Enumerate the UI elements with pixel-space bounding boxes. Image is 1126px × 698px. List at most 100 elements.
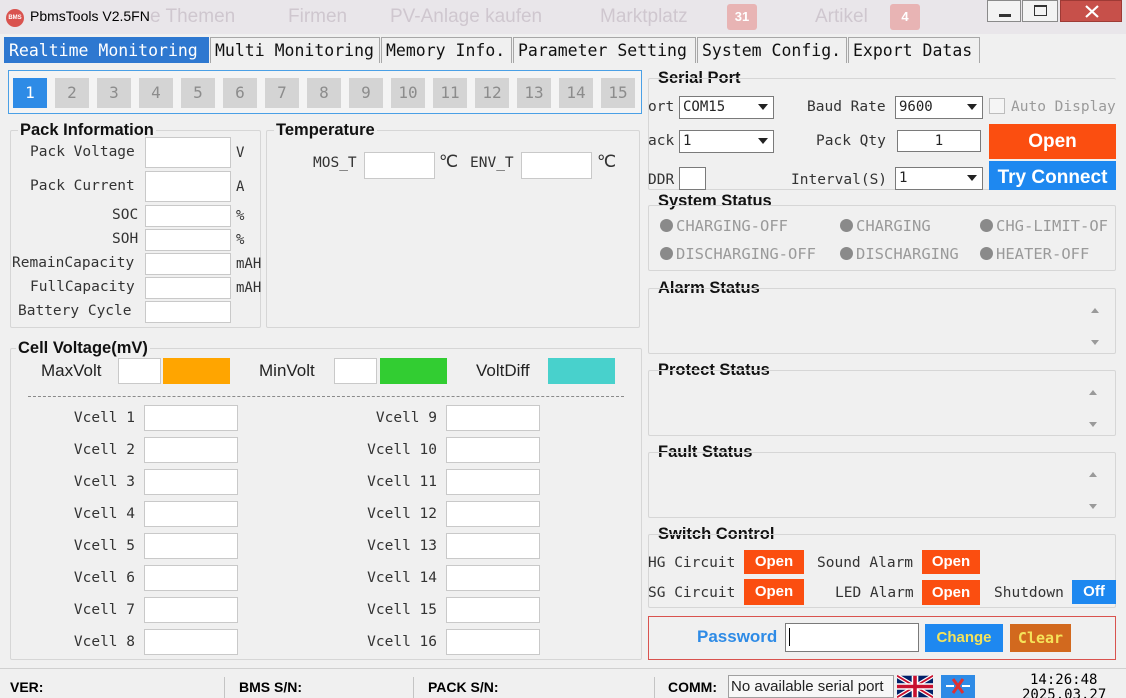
dsg-circuit-label: SG Circuit [648, 585, 736, 601]
cell-voltage-title: Cell Voltage(mV) [16, 339, 150, 358]
dsg-circuit-button[interactable]: Open [744, 579, 804, 605]
pack-current-unit: A [236, 179, 245, 195]
tab-realtime-monitoring[interactable]: Realtime Monitoring [4, 37, 209, 63]
uk-flag-icon[interactable] [897, 675, 933, 698]
full-capacity-unit: mAH [236, 280, 262, 296]
pack-button-9[interactable]: 9 [349, 78, 383, 108]
cell-voltage-value [446, 597, 540, 623]
pack-button-3[interactable]: 3 [97, 78, 131, 108]
status-text: CHG-LIMIT-OF [996, 217, 1108, 235]
close-button[interactable] [1060, 0, 1122, 22]
sound-alarm-button[interactable]: Open [922, 550, 980, 574]
pack-select-value: 1 [683, 133, 692, 149]
change-password-button[interactable]: Change [925, 624, 1003, 652]
scroll-up-icon[interactable] [1089, 390, 1097, 395]
tab-parameter-setting[interactable]: Parameter Setting [513, 37, 696, 63]
password-label: Password [697, 627, 778, 646]
cell-voltage-value [446, 629, 540, 655]
chg-circuit-button[interactable]: Open [744, 550, 804, 574]
clock-time: 14:26:48 [1030, 672, 1098, 688]
shutdown-button[interactable]: Off [1072, 580, 1116, 604]
status-dot-icon [840, 219, 853, 232]
pack-button-13[interactable]: 13 [517, 78, 551, 108]
cell-voltage-label: Vcell 16 [367, 634, 437, 650]
min-volt-color [380, 358, 447, 384]
remain-capacity-unit: mAH [236, 256, 262, 272]
clock-date: 2025.03.27 [1022, 687, 1107, 698]
close-icon [1085, 5, 1099, 18]
clear-password-button[interactable]: Clear [1010, 624, 1071, 652]
separator [413, 677, 414, 698]
maximize-button[interactable] [1022, 0, 1058, 22]
cell-voltage-value [144, 437, 238, 463]
auto-display-checkbox[interactable] [989, 98, 1005, 114]
pack-qty-input[interactable]: 1 [897, 130, 981, 152]
pack-button-8[interactable]: 8 [307, 78, 341, 108]
cell-voltage-value [144, 469, 238, 495]
pack-button-11[interactable]: 11 [433, 78, 467, 108]
tab-export-datas[interactable]: Export Datas [848, 37, 980, 63]
pack-button-4[interactable]: 4 [139, 78, 173, 108]
pack-current-label: Pack Current [30, 178, 135, 194]
pack-button-6[interactable]: 6 [223, 78, 257, 108]
separator [654, 677, 655, 698]
led-alarm-button[interactable]: Open [922, 580, 980, 605]
disconnect-icon[interactable] [941, 675, 975, 698]
divider [28, 396, 624, 397]
status-text: CHARGING [856, 217, 931, 235]
app-title: PbmsTools V2.5FN [30, 8, 150, 24]
background-badge: 31 [727, 4, 757, 30]
tab-memory-info[interactable]: Memory Info. [381, 37, 512, 63]
pack-button-14[interactable]: 14 [559, 78, 593, 108]
pack-voltage-unit: V [236, 145, 245, 161]
scroll-down-icon[interactable] [1091, 340, 1099, 345]
cell-voltage-value [144, 533, 238, 559]
pack-button-15[interactable]: 15 [601, 78, 635, 108]
pack-label: ack [648, 133, 675, 149]
pack-button-10[interactable]: 10 [391, 78, 425, 108]
open-port-button[interactable]: Open [989, 124, 1116, 159]
status-dot-icon [980, 247, 993, 260]
minimize-button[interactable] [987, 0, 1021, 22]
pack-button-2[interactable]: 2 [55, 78, 89, 108]
port-select[interactable]: COM15 [679, 96, 774, 119]
status-charging: CHARGING [840, 217, 931, 235]
cell-voltage-value [144, 597, 238, 623]
address-input[interactable] [679, 167, 706, 190]
status-dot-icon [660, 219, 673, 232]
tab-multi-monitoring[interactable]: Multi Monitoring [210, 37, 380, 63]
bms-sn-label: BMS S/N: [239, 679, 302, 695]
env-temp-unit: ℃ [597, 152, 617, 172]
cell-voltage-label: Vcell 14 [367, 570, 437, 586]
password-input[interactable] [785, 623, 919, 652]
cell-voltage-value [446, 565, 540, 591]
pack-button-12[interactable]: 12 [475, 78, 509, 108]
scroll-down-icon[interactable] [1089, 422, 1097, 427]
scroll-up-icon[interactable] [1089, 472, 1097, 477]
status-discharging-off: DISCHARGING-OFF [660, 245, 816, 263]
cell-voltage-value [446, 437, 540, 463]
temperature-title: Temperature [274, 121, 377, 140]
shutdown-label: Shutdown [994, 585, 1064, 601]
interval-select[interactable]: 1 [895, 167, 983, 190]
pack-button-5[interactable]: 5 [181, 78, 215, 108]
pack-button-1[interactable]: 1 [13, 78, 47, 108]
tab-system-config[interactable]: System Config. [697, 37, 847, 63]
cell-voltage-label: Vcell 8 [73, 634, 135, 650]
cell-voltage-value [144, 629, 238, 655]
scroll-down-icon[interactable] [1089, 504, 1097, 509]
status-discharging: DISCHARGING [840, 245, 959, 263]
status-text: DISCHARGING-OFF [676, 245, 816, 263]
chg-circuit-label: HG Circuit [648, 555, 736, 571]
pack-button-7[interactable]: 7 [265, 78, 299, 108]
try-connect-button[interactable]: Try Connect [989, 161, 1116, 190]
cell-voltage-label: Vcell 12 [367, 506, 437, 522]
cell-voltage-value [144, 565, 238, 591]
cell-voltage-label: Vcell 5 [73, 538, 135, 554]
baud-rate-select[interactable]: 9600 [895, 96, 983, 119]
cell-voltage-label: Vcell 4 [73, 506, 135, 522]
battery-cycle-label: Battery Cycle [18, 303, 132, 319]
cell-voltage-label: Vcell 1 [73, 410, 135, 426]
pack-select[interactable]: 1 [679, 130, 774, 153]
scroll-up-icon[interactable] [1091, 308, 1099, 313]
